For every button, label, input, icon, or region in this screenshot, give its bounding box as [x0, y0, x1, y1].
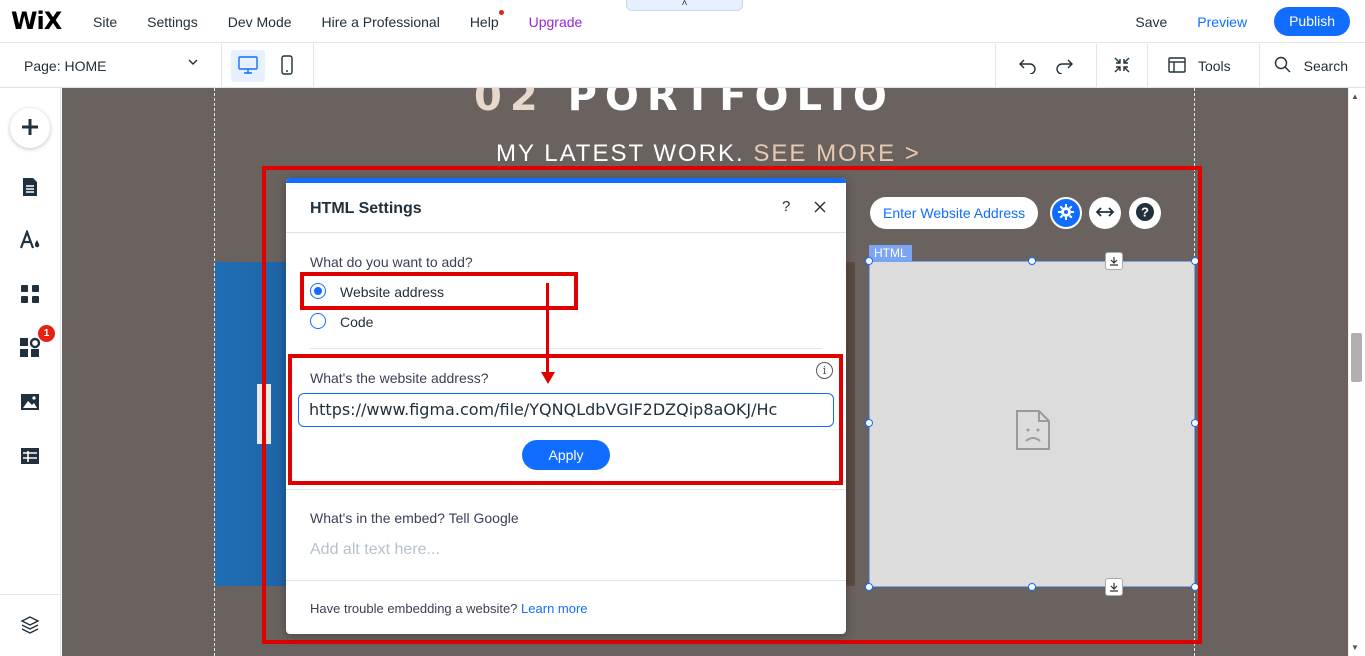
pages-button[interactable]	[10, 168, 50, 208]
top-bar: WiX Site Settings Dev Mode Hire a Profes…	[0, 0, 1365, 43]
divider	[313, 44, 314, 88]
tools-label: Tools	[1197, 58, 1231, 74]
trouble-text: Have trouble embedding a website? Learn …	[310, 601, 588, 616]
annotation-url-box	[288, 354, 843, 485]
see-more-link[interactable]: SEE MORE >	[753, 140, 920, 167]
divider	[286, 232, 846, 233]
zoom-out-button[interactable]	[1095, 44, 1147, 88]
layers-button[interactable]	[10, 606, 50, 646]
undo-button[interactable]	[994, 44, 1048, 88]
question-icon[interactable]: ?	[782, 198, 790, 215]
scroll-up-icon[interactable]: ▲	[1351, 92, 1359, 101]
subheading-text: MY LATEST WORK.	[496, 140, 745, 167]
cms-button[interactable]	[10, 437, 50, 477]
redo-button[interactable]	[1048, 44, 1096, 88]
redo-icon	[1054, 56, 1074, 77]
top-actions: Save Preview Publish	[1135, 0, 1365, 43]
annotation-arrow-head	[541, 372, 555, 384]
undo-icon	[1018, 56, 1038, 77]
apps-grid-icon	[20, 284, 40, 307]
alt-text-input[interactable]: Add alt text here...	[310, 541, 440, 559]
collapse-arrows-icon	[1113, 56, 1131, 77]
tools-icon	[1168, 56, 1186, 76]
nav-help[interactable]: Help	[455, 9, 514, 30]
nav-hire-professional[interactable]: Hire a Professional	[307, 14, 455, 30]
media-button[interactable]	[10, 383, 50, 423]
wix-logo[interactable]: WiX	[11, 7, 62, 35]
trouble-label: Have trouble embedding a website?	[310, 601, 518, 616]
notification-badge: 1	[38, 325, 55, 342]
divider	[286, 580, 846, 581]
page-selector[interactable]: Page: HOME	[0, 44, 222, 88]
radio-code[interactable]	[310, 313, 326, 329]
add-type-label: What do you want to add?	[310, 254, 473, 270]
preview-button[interactable]: Preview	[1197, 14, 1247, 30]
nav-settings[interactable]: Settings	[132, 14, 213, 30]
collapse-toolbar-button[interactable]: ˄	[626, 0, 743, 11]
top-nav: Site Settings Dev Mode Hire a Profession…	[78, 0, 597, 43]
editor-toolbar: Page: HOME Tools Search	[0, 44, 1365, 88]
design-icon	[19, 228, 41, 253]
section-subheading[interactable]: MY LATEST WORK. SEE MORE >	[496, 140, 921, 168]
design-button[interactable]	[10, 221, 50, 261]
page-selector-label: Page: HOME	[24, 58, 107, 74]
heading-text: PORTFOLIO	[567, 88, 895, 120]
desktop-view-button[interactable]	[231, 50, 265, 82]
tools-button[interactable]: Tools	[1146, 44, 1259, 88]
search-icon	[1274, 56, 1292, 77]
chevron-down-icon	[187, 56, 199, 71]
mobile-icon	[281, 54, 293, 78]
search-button[interactable]: Search	[1258, 44, 1365, 88]
search-label: Search	[1303, 58, 1348, 74]
divider	[0, 594, 61, 595]
add-elements-button[interactable]	[10, 108, 50, 148]
desktop-icon	[238, 55, 258, 77]
nav-help-label: Help	[469, 13, 499, 30]
image-icon	[20, 393, 40, 414]
divider	[286, 489, 846, 490]
section-heading[interactable]: 02 PORTFOLIO	[474, 88, 895, 120]
close-icon[interactable]	[814, 197, 826, 218]
left-sidebar: 1	[0, 88, 61, 656]
embed-description-label: What's in the embed? Tell Google	[310, 510, 519, 526]
publish-button[interactable]: Publish	[1274, 7, 1350, 36]
nav-upgrade[interactable]: Upgrade	[514, 14, 598, 30]
radio-code-label[interactable]: Code	[340, 314, 373, 330]
annotation-radio-box	[300, 272, 578, 310]
toolbar-right: Tools Search	[994, 44, 1365, 88]
table-icon	[20, 447, 40, 468]
plus-icon	[20, 117, 40, 140]
heading-number: 02	[474, 88, 546, 120]
divider	[310, 348, 822, 349]
nav-dev-mode[interactable]: Dev Mode	[213, 14, 307, 30]
page-icon	[22, 177, 38, 200]
apps-button[interactable]	[10, 275, 50, 315]
scroll-thumb[interactable]	[1351, 333, 1362, 382]
nav-site[interactable]: Site	[78, 14, 132, 30]
layers-icon	[20, 615, 40, 638]
learn-more-link[interactable]: Learn more	[521, 601, 587, 616]
annotation-arrow	[546, 283, 549, 373]
notification-dot	[498, 9, 504, 15]
dialog-accent-line	[286, 178, 846, 183]
scroll-down-icon[interactable]: ▼	[1351, 643, 1359, 652]
chevron-up-icon: ˄	[681, 0, 688, 9]
dialog-title: HTML Settings	[310, 200, 422, 217]
puzzle-icon	[19, 337, 41, 362]
save-button[interactable]: Save	[1135, 14, 1167, 30]
mobile-view-button[interactable]	[270, 50, 304, 82]
